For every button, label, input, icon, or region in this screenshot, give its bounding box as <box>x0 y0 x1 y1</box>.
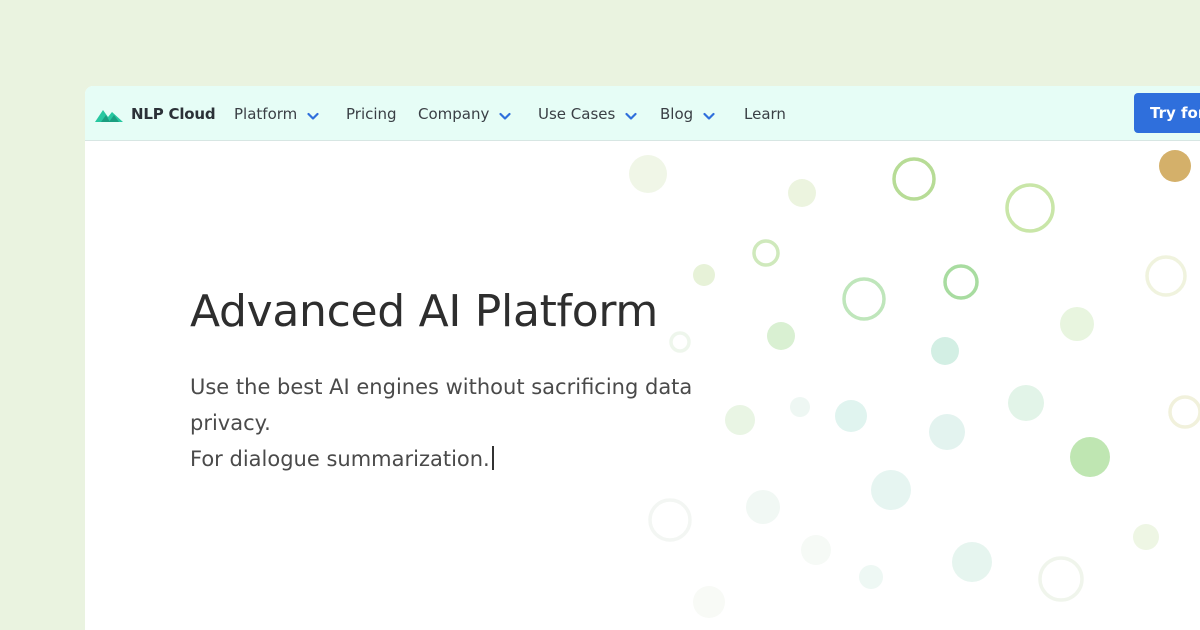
decorative-bubbles <box>629 150 1200 618</box>
brand-logo[interactable]: NLP Cloud <box>95 103 216 125</box>
nav-item-use-cases[interactable]: Use Cases <box>538 103 637 125</box>
decorative-bubble <box>1008 385 1044 421</box>
mountain-logo-icon <box>95 106 123 122</box>
chevron-down-icon <box>625 108 637 120</box>
decorative-bubble <box>788 179 816 207</box>
decorative-bubble <box>1070 437 1110 477</box>
decorative-bubble <box>790 397 810 417</box>
nav-item-learn[interactable]: Learn <box>744 103 786 125</box>
decorative-bubble <box>648 498 692 542</box>
decorative-bubble <box>929 414 965 450</box>
text-caret <box>491 446 494 470</box>
decorative-bubble <box>892 157 936 201</box>
decorative-bubble <box>1133 524 1159 550</box>
browser-window: NLP Cloud Platform Pricing Company Use C… <box>85 86 1200 630</box>
navbar: NLP Cloud Platform Pricing Company Use C… <box>85 86 1200 141</box>
decorative-bubble <box>693 586 725 618</box>
typewriter-text: For dialogue summarization. <box>190 447 490 471</box>
decorative-bubble <box>801 535 831 565</box>
decorative-bubble <box>629 155 667 193</box>
decorative-bubble <box>752 239 780 267</box>
chevron-down-icon <box>499 108 511 120</box>
chevron-down-icon <box>703 108 715 120</box>
chevron-down-icon <box>307 108 319 120</box>
hero-subtitle: Use the best AI engines without sacrific… <box>190 369 730 477</box>
nav-label: Use Cases <box>538 105 616 123</box>
decorative-bubble <box>871 470 911 510</box>
decorative-bubble <box>1145 255 1187 297</box>
nav-label: Blog <box>660 105 694 123</box>
nav-label: Learn <box>744 105 786 123</box>
nav-item-blog[interactable]: Blog <box>660 103 715 125</box>
decorative-bubble <box>931 337 959 365</box>
decorative-bubble <box>952 542 992 582</box>
nav-item-pricing[interactable]: Pricing <box>346 103 397 125</box>
decorative-bubble <box>1005 183 1055 233</box>
decorative-bubble <box>669 331 691 353</box>
try-for-free-button[interactable]: Try for <box>1134 93 1200 133</box>
nav-label: Platform <box>234 105 298 123</box>
nav-label: Company <box>418 105 490 123</box>
decorative-bubble <box>767 322 795 350</box>
decorative-bubble <box>859 565 883 589</box>
decorative-bubble <box>1168 395 1200 429</box>
decorative-bubble <box>943 264 979 300</box>
nav-item-company[interactable]: Company <box>418 103 511 125</box>
brand-name: NLP Cloud <box>131 105 216 123</box>
decorative-bubble <box>693 264 715 286</box>
decorative-bubble <box>835 400 867 432</box>
hero-typewriter-line: For dialogue summarization. <box>190 441 730 477</box>
decorative-bubble <box>1159 150 1191 182</box>
hero-subtitle-line: Use the best AI engines without sacrific… <box>190 375 693 435</box>
decorative-bubble <box>1038 556 1084 602</box>
nav-item-platform[interactable]: Platform <box>234 103 319 125</box>
decorative-bubble <box>842 277 886 321</box>
hero-title: Advanced AI Platform <box>190 286 658 337</box>
nav-label: Pricing <box>346 105 397 123</box>
decorative-bubble <box>1060 307 1094 341</box>
decorative-bubble <box>746 490 780 524</box>
